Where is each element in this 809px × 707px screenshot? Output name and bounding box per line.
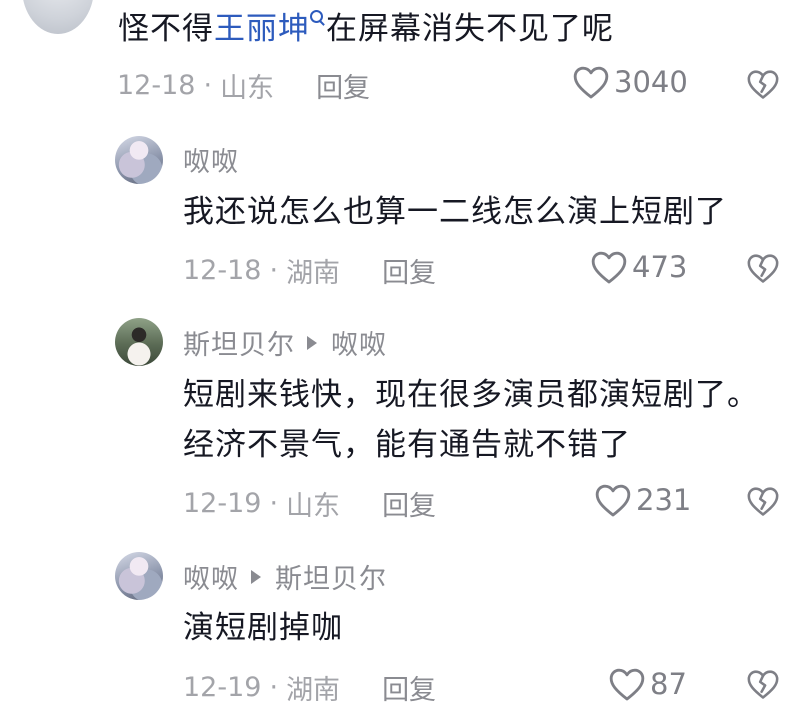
reply-button[interactable]: 回复 xyxy=(382,668,436,707)
broken-heart-icon[interactable] xyxy=(746,68,780,100)
like-button[interactable]: 87 xyxy=(608,666,687,702)
comment-date: 12-18 xyxy=(117,70,196,101)
comment-meta: 12-19 · 湖南 回复 xyxy=(183,668,436,707)
avatar[interactable] xyxy=(115,318,163,366)
comment-text-line: 经济不景气，能有通告就不错了 xyxy=(183,427,631,463)
like-button[interactable]: 3040 xyxy=(572,64,688,100)
broken-heart-icon[interactable] xyxy=(746,668,780,700)
comment-location: 湖南 xyxy=(286,675,341,706)
broken-heart-icon[interactable] xyxy=(746,485,780,517)
comment-username[interactable]: 呶呶 xyxy=(183,140,239,179)
avatar[interactable] xyxy=(22,0,94,34)
comment-text: 演短剧掉咖 xyxy=(183,610,343,646)
comment-text: 怪不得王丽坤 在屏幕消失不见了呢 xyxy=(118,10,614,47)
avatar[interactable] xyxy=(115,136,163,184)
comment-username[interactable]: 呶呶 斯坦贝尔 xyxy=(183,557,387,596)
reply-button[interactable]: 回复 xyxy=(316,66,370,105)
comment-meta: 12-18 · 山东 回复 xyxy=(117,66,370,105)
comment-text: 我还说怎么也算一二线怎么演上短剧了 xyxy=(183,194,727,230)
comment-location: 山东 xyxy=(286,491,341,522)
comment-date: 12-19 xyxy=(183,672,262,703)
comment-meta: 12-18 · 湖南 回复 xyxy=(183,251,436,290)
like-count: 231 xyxy=(636,483,692,517)
heart-outline-icon xyxy=(609,668,645,701)
comment-text-line: 短剧来钱快，现在很多演员都演短剧了。 xyxy=(183,377,759,413)
reply-button[interactable]: 回复 xyxy=(382,251,436,290)
heart-outline-icon xyxy=(573,66,609,99)
comment-date: 12-18 xyxy=(183,255,262,286)
comment-meta: 12-19 · 山东 回复 xyxy=(183,484,436,523)
heart-outline-icon xyxy=(595,484,631,517)
search-link[interactable]: 王丽坤 xyxy=(214,10,326,47)
comment-location: 湖南 xyxy=(286,258,341,289)
search-icon xyxy=(310,10,324,24)
triangle-right-icon xyxy=(307,335,317,350)
avatar[interactable] xyxy=(115,552,163,600)
comment-location: 山东 xyxy=(220,73,275,104)
triangle-right-icon xyxy=(251,569,261,584)
like-count: 473 xyxy=(632,250,688,284)
like-button[interactable]: 473 xyxy=(590,249,687,285)
heart-outline-icon xyxy=(591,251,627,284)
comment-username[interactable]: 斯坦贝尔 呶呶 xyxy=(183,323,387,362)
reply-to-user[interactable]: 呶呶 xyxy=(331,323,387,362)
reply-to-user[interactable]: 斯坦贝尔 xyxy=(275,557,387,596)
reply-button[interactable]: 回复 xyxy=(382,484,436,523)
broken-heart-icon[interactable] xyxy=(746,252,780,284)
like-count: 87 xyxy=(650,667,687,701)
like-count: 3040 xyxy=(614,65,688,99)
comment-date: 12-19 xyxy=(183,488,262,519)
like-button[interactable]: 231 xyxy=(594,482,691,518)
comment-text: 短剧来钱快，现在很多演员都演短剧了。 经济不景气，能有通告就不错了 xyxy=(183,370,759,470)
